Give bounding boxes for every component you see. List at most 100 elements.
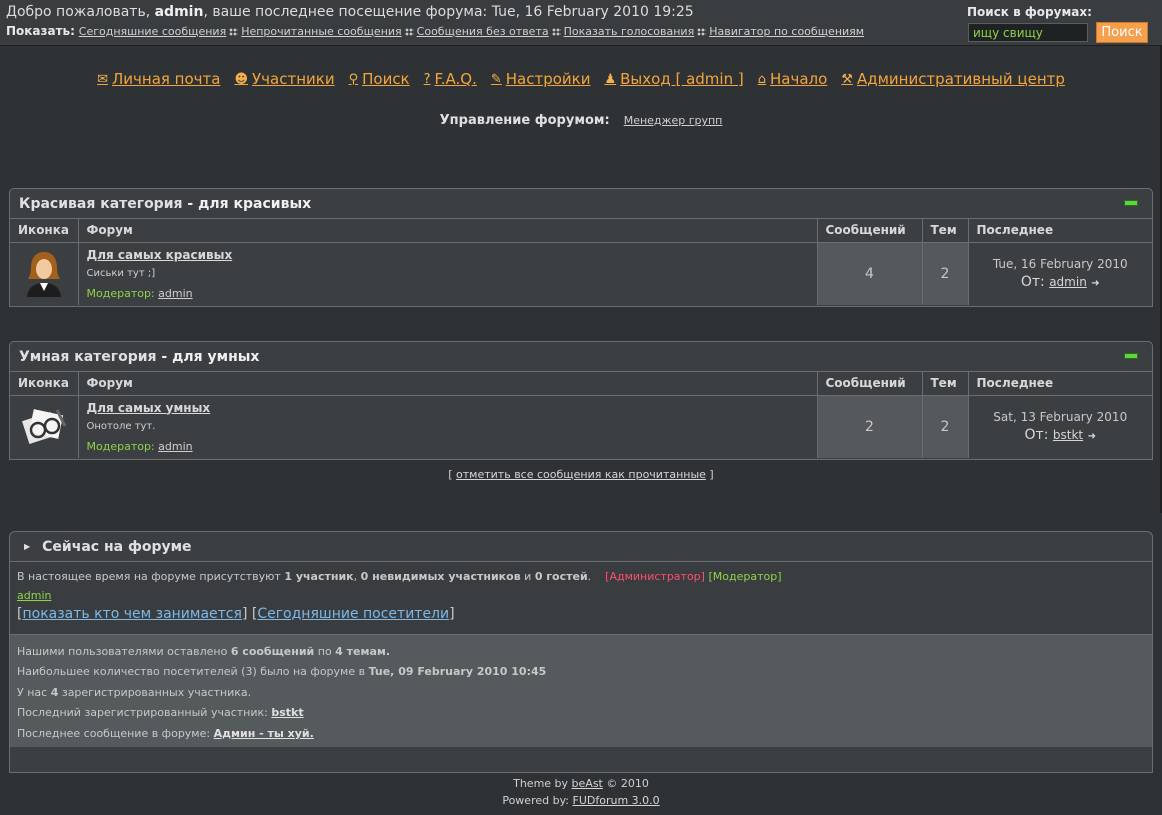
separator-icon: [551, 27, 561, 36]
online-summary: В настоящее время на форуме присутствуют…: [17, 570, 782, 583]
search-label: Поиск в форумах:: [967, 5, 1092, 19]
goto-arrow-icon[interactable]: ➜: [1091, 278, 1099, 289]
online-user-link[interactable]: admin: [17, 589, 51, 602]
category-title: Умная категория: [19, 349, 157, 365]
last-post-link[interactable]: Админ - ты хуй.: [214, 727, 314, 740]
mark-all-read: [ отметить все сообщения как прочитанные…: [448, 468, 714, 481]
group-manager-link[interactable]: Менеджер групп: [624, 114, 723, 127]
search-icon: ⚲: [348, 71, 359, 87]
table-row: Для самых умных Онотоле тут. Модератор: …: [10, 395, 1152, 458]
forum-moderator: Модератор: admin: [86, 439, 193, 453]
expand-arrow-icon[interactable]: ▶: [24, 542, 30, 551]
nav-members[interactable]: ☻ Участники: [234, 70, 334, 88]
forum-name-link[interactable]: Для самых красивых: [87, 248, 233, 262]
topics-count: 2: [922, 242, 969, 305]
top-bar: Добро пожаловать, admin, ваше последнее …: [0, 0, 1162, 46]
today-visitors-link[interactable]: Сегодняшние посетители: [257, 606, 449, 622]
collapse-toggle-icon[interactable]: [1124, 200, 1138, 206]
last-member-link[interactable]: bstkt: [271, 706, 303, 719]
nav-admin-center[interactable]: ⚒ Административный центр: [841, 70, 1065, 88]
col-posts: Сообщений: [817, 372, 923, 396]
col-last: Последнее: [968, 219, 1152, 243]
moderator-link[interactable]: admin: [158, 440, 192, 453]
powered-by: Powered by: FUDforum 3.0.0: [502, 794, 660, 807]
category-panel: Красивая категория - для красивых Иконка…: [9, 188, 1153, 307]
stats-last-post: Последнее сообщение в форуме: Админ - ты…: [17, 726, 314, 740]
nav-faq[interactable]: ? F.A.Q.: [424, 70, 477, 88]
forum-stats: Нашими пользователями оставлено 6 сообще…: [10, 635, 1152, 747]
category-header: Умная категория - для умных: [10, 342, 1152, 372]
category-description: - для красивых: [187, 196, 312, 212]
moderator-link[interactable]: admin: [158, 287, 192, 300]
forum-cell: Для самых умных Онотоле тут. Модератор: …: [78, 395, 818, 458]
forum-table: Иконка Форум Сообщений Тем Последнее Для…: [10, 219, 1152, 305]
online-links: [показать кто чем занимается] [Сегодняшн…: [17, 606, 455, 622]
forum-management: Управление форумом: Менеджер групп: [439, 113, 723, 128]
link-unread-posts[interactable]: Непрочитанные сообщения: [241, 25, 401, 38]
forum-description: Сиськи тут ;]: [86, 267, 156, 279]
forum-table: Иконка Форум Сообщений Тем Последнее Для…: [10, 372, 1152, 458]
last-post-user-link[interactable]: admin: [1049, 275, 1087, 289]
col-icon: Иконка: [10, 219, 79, 243]
legend-admin: [Администратор]: [605, 570, 705, 583]
col-posts: Сообщений: [817, 219, 923, 243]
forum-icon-cell: [10, 242, 79, 305]
woman-avatar-icon: [26, 252, 61, 298]
category-panel: Умная категория - для умных Иконка Форум…: [9, 341, 1153, 460]
link-today-posts[interactable]: Сегодняшние сообщения: [79, 25, 226, 38]
link-message-navigator[interactable]: Навигатор по сообщениям: [709, 25, 864, 38]
stats-posts: Нашими пользователями оставлено 6 сообще…: [17, 645, 391, 658]
main-nav: ✉ Личная почта ☻ Участники ⚲ Поиск ? F.A.Q. …: [0, 70, 1162, 88]
separator-icon: [404, 27, 414, 36]
nav-private-mail[interactable]: ✉ Личная почта: [97, 70, 220, 88]
table-header-row: Иконка Форум Сообщений Тем Последнее: [10, 219, 1152, 243]
category-title: Красивая категория: [19, 196, 183, 212]
home-icon: ⌂: [757, 71, 766, 87]
last-post-user-link[interactable]: bstkt: [1053, 428, 1083, 442]
forum-name-link[interactable]: Для самых умных: [87, 401, 211, 415]
last-post-date: Sat, 13 February 2010: [993, 409, 1128, 424]
online-title: Сейчас на форуме: [42, 538, 192, 555]
stats-registered: У нас 4 зарегистрированных участника.: [17, 685, 252, 699]
nav-home[interactable]: ⌂ Начало: [758, 70, 828, 88]
link-unanswered[interactable]: Сообщения без ответа: [417, 25, 549, 38]
posts-count: 4: [817, 242, 923, 305]
forum-cell: Для самых красивых Сиськи тут ;] Модерат…: [78, 242, 818, 305]
last-post-author: От: admin ➜: [1020, 273, 1100, 290]
wrench-icon: ✎: [490, 71, 502, 87]
collapse-toggle-icon[interactable]: [1124, 353, 1138, 359]
col-topics: Тем: [922, 372, 969, 396]
legend-moderator: [Модератор]: [708, 570, 782, 583]
last-post-cell: Sat, 13 February 2010 От: bstkt ➜: [968, 395, 1152, 458]
forum-icon-cell: [10, 395, 79, 458]
stats-last-member: Последний зарегистрированный участник: b…: [17, 706, 304, 720]
category-header: Красивая категория - для красивых: [10, 189, 1152, 219]
separator-icon: [229, 27, 239, 36]
glasses-papers-icon: [21, 409, 67, 445]
col-icon: Иконка: [10, 372, 79, 396]
topics-count: 2: [922, 395, 969, 458]
fudforum-link[interactable]: FUDforum 3.0.0: [573, 794, 660, 807]
search-input[interactable]: [968, 23, 1088, 42]
goto-arrow-icon[interactable]: ➜: [1088, 431, 1096, 442]
nav-settings[interactable]: ✎ Настройки: [491, 70, 591, 88]
mark-all-read-link[interactable]: отметить все сообщения как прочитанные: [456, 468, 706, 481]
theme-credit: Theme by beAst © 2010: [513, 777, 649, 790]
current-username: admin: [154, 4, 204, 20]
online-panel: ▶ Сейчас на форуме В настоящее время на …: [9, 531, 1153, 773]
show-activity-link[interactable]: показать кто чем занимается: [22, 606, 241, 622]
theme-author-link[interactable]: beAst: [572, 777, 603, 790]
footer: Theme by beAst © 2010 Powered by: FUDfor…: [0, 775, 1162, 809]
nav-search[interactable]: ⚲ Поиск: [349, 70, 410, 88]
online-header: ▶ Сейчас на форуме: [10, 532, 1152, 562]
last-post-author: От: bstkt ➜: [1024, 426, 1096, 443]
online-body: В настоящее время на форуме присутствуют…: [10, 562, 1152, 635]
col-last: Последнее: [968, 372, 1152, 396]
col-topics: Тем: [922, 219, 969, 243]
welcome-message: Добро пожаловать, admin, ваше последнее …: [6, 4, 694, 20]
nav-logout[interactable]: ♟ Выход [ admin ]: [604, 70, 743, 88]
stats-max-visitors: Наибольшее количество посетителей (3) бы…: [17, 665, 547, 679]
col-forum: Форум: [78, 372, 818, 396]
search-button[interactable]: Поиск: [1096, 22, 1148, 43]
link-polls[interactable]: Показать голосования: [564, 25, 695, 38]
